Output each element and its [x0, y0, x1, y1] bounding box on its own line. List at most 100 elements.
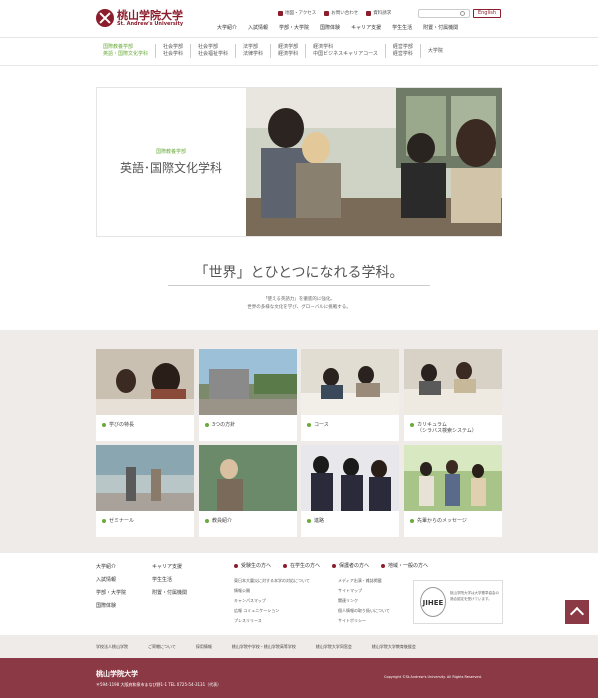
footer-link[interactable]: 大学紹介	[96, 561, 126, 574]
english-button[interactable]: English	[473, 9, 501, 18]
request-materials-link[interactable]: 資料請求	[366, 10, 391, 16]
hero-faculty: 国際教養学部	[155, 149, 186, 155]
logo-japanese: 桃山学院大学	[117, 8, 183, 22]
footer-list1: 東日本大震災に対する本学の対応について 情報公開 キャンパスマップ 広報 コミュ…	[234, 576, 310, 626]
subnav-item-social-welfare[interactable]: 社会学部 社会福祉学科	[191, 44, 237, 58]
footer-link[interactable]: サイトマップ	[338, 586, 390, 596]
subnav-item-law[interactable]: 法学部 法律学科	[236, 44, 272, 58]
footer-copyright: Copyright ©St.Andrew's University. All R…	[384, 675, 482, 679]
subnav-item-graduate[interactable]: 大学院	[421, 44, 450, 58]
bottom-nav-link[interactable]: 桃山学院中学校・桃山学院高等学校	[232, 644, 296, 650]
bullet-icon	[410, 519, 414, 523]
catch-divider	[168, 285, 430, 286]
bullet-icon	[234, 563, 238, 568]
subnav-item-china-business[interactable]: 経済学科 中国ビジネスキャリアコース	[306, 44, 386, 58]
footer-list2: メディア出演・雑誌掲載 サイトマップ 関連リンク 個人情報の取り扱いについて サ…	[338, 576, 390, 626]
card-image	[96, 349, 194, 415]
bullet-icon	[332, 563, 337, 568]
accreditation-text: 桃山学院大学は大学基準協会の適合認定を受けています。	[450, 591, 499, 601]
content-grid	[0, 330, 598, 553]
bottom-nav-link[interactable]: 桃山学院大学教育後援会	[372, 644, 416, 650]
footer-link[interactable]: 個人情報の取り扱いについて	[338, 606, 390, 616]
footer-link[interactable]: プレスリリース	[234, 616, 310, 626]
logo-english: St. Andrew's University	[117, 20, 184, 27]
bullet-icon	[307, 423, 311, 427]
bullet-icon	[283, 563, 288, 568]
footer-link[interactable]: メディア出演・雑誌掲載	[338, 576, 390, 586]
bullet-icon	[307, 519, 311, 523]
card-messages[interactable]: 先輩からのメッセージ	[404, 445, 502, 537]
card-faculty[interactable]: 教員紹介	[199, 445, 297, 537]
bullet-icon	[102, 519, 106, 523]
contact-link[interactable]: お問い合わせ	[324, 10, 358, 16]
bullet-icon	[205, 423, 209, 427]
bullet-icon	[205, 519, 209, 523]
lead-text: 「使える英語力」を徹底的に強化。 世界の多様な文化を学び、グローバルに挑戦する。	[247, 297, 351, 310]
footer-link[interactable]: サイトポリシー	[338, 616, 390, 626]
site-logo[interactable]: 桃山学院大学 St. Andrew's University	[96, 9, 183, 27]
footer-link[interactable]: 東日本大震災に対する本学の対応について	[234, 576, 310, 586]
global-nav: 大学紹介 入試情報 学部・大学院 国際体験 キャリア支援 学生生活 附置・付属機…	[217, 24, 458, 31]
gnav-career[interactable]: キャリア支援	[351, 24, 381, 31]
card-image	[199, 349, 297, 415]
gnav-about[interactable]: 大学紹介	[217, 24, 237, 31]
footer-university-name: 桃山学院大学	[96, 670, 138, 678]
accreditation-badge[interactable]: JIHEE 桃山学院大学は大学基準協会の適合認定を受けています。	[413, 580, 503, 624]
search-icon[interactable]	[460, 11, 465, 16]
faculty-subnav: 国際教養学部 英語・国際文化学科 社会学部 社会学科 社会学部 社会福祉学科 法学部法…	[0, 37, 598, 66]
footer-link[interactable]: 附置・付属機関	[152, 587, 187, 600]
footer-link[interactable]: 学生生活	[152, 574, 187, 587]
subnav-item-intl-culture[interactable]: 国際教養学部 英語・国際文化学科	[96, 44, 157, 58]
bottom-nav: 学校法人桃山学院 ご寄贈について 採用情報 桃山学院中学校・桃山学院高等学校 桃…	[0, 635, 598, 658]
audience-community[interactable]: 地域・一般の方へ	[381, 562, 428, 569]
footer-col1: 大学紹介 入試情報 学部・大学院 国際体験	[96, 561, 126, 613]
gnav-student-life[interactable]: 学生生活	[392, 24, 412, 31]
footer-link[interactable]: 入試情報	[96, 574, 126, 587]
gnav-international[interactable]: 国際体験	[320, 24, 340, 31]
hero-title: 英語･国際文化学科	[119, 161, 222, 175]
footer-link[interactable]: 学部・大学院	[96, 587, 126, 600]
card-course[interactable]: コース	[301, 349, 399, 441]
card-image	[96, 445, 194, 511]
card-policies[interactable]: 3つの方針	[199, 349, 297, 441]
subnav-item-economics[interactable]: 経済学部 経済学科	[271, 44, 307, 58]
footer-address: 〒594-1198 大阪府和泉市まなび野1-1 TEL 0725-54-3131…	[96, 682, 222, 687]
card-career-path[interactable]: 進路	[301, 445, 399, 537]
subnav-item-business[interactable]: 経営学部 経営学科	[386, 44, 421, 58]
footer-link[interactable]: キャリア支援	[152, 561, 187, 574]
footer-link[interactable]: 国際体験	[96, 600, 126, 613]
audience-nav: 受験生の方へ 在学生の方へ 保護者の方へ 地域・一般の方へ	[234, 562, 428, 569]
card-seminar[interactable]: ゼミナール	[96, 445, 194, 537]
bottom-nav-link[interactable]: 桃山学院大学同窓会	[316, 644, 352, 650]
access-link[interactable]: 地図・アクセス	[278, 10, 316, 16]
cross-logo-icon	[96, 9, 114, 27]
gnav-faculties[interactable]: 学部・大学院	[279, 24, 309, 31]
gnav-institutions[interactable]: 附置・付属機関	[423, 24, 458, 31]
footer-link[interactable]: 情報公開	[234, 586, 310, 596]
footer-col2: キャリア支援 学生生活 附置・付属機関	[152, 561, 187, 600]
accreditation-seal: JIHEE	[420, 587, 446, 617]
subnav-item-sociology[interactable]: 社会学部 社会学科	[156, 44, 192, 58]
card-curriculum[interactable]: カリキュラム （シラバス検索システム）	[404, 349, 502, 441]
map-pin-icon	[278, 10, 283, 16]
document-icon	[366, 10, 372, 16]
footer-link[interactable]: キャンパスマップ	[234, 596, 310, 606]
mail-icon	[324, 10, 330, 16]
site-header: 桃山学院大学 St. Andrew's University 地図・アクセス お…	[0, 0, 598, 37]
gnav-admissions[interactable]: 入試情報	[248, 24, 268, 31]
page-top-button[interactable]	[565, 600, 589, 624]
audience-students[interactable]: 在学生の方へ	[283, 562, 320, 569]
card-image	[404, 445, 502, 511]
site-footer: 桃山学院大学 〒594-1198 大阪府和泉市まなび野1-1 TEL 0725-…	[0, 658, 598, 698]
footer-link[interactable]: 関連リンク	[338, 596, 390, 606]
audience-applicants[interactable]: 受験生の方へ	[234, 562, 271, 569]
bottom-nav-link[interactable]: ご寄贈について	[148, 644, 176, 650]
card-image	[301, 445, 399, 511]
bottom-nav-link[interactable]: 採用情報	[196, 644, 212, 650]
footer-link[interactable]: 広報 コミュニケーション	[234, 606, 310, 616]
hero-banner: 国際教養学部 英語･国際文化学科	[96, 87, 502, 237]
bottom-nav-link[interactable]: 学校法人桃山学院	[96, 644, 128, 650]
audience-parents[interactable]: 保護者の方へ	[332, 562, 369, 569]
card-features[interactable]: 学びの特長	[96, 349, 194, 441]
bullet-icon	[381, 563, 386, 568]
